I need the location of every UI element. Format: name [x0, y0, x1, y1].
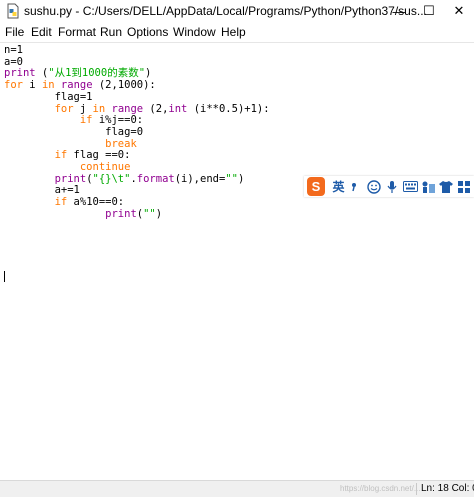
- source-code[interactable]: n=1 a=0 print ("从1到1000的素数") for i in ra…: [4, 44, 270, 221]
- menu-file[interactable]: File: [5, 25, 24, 39]
- text-cursor: [4, 271, 5, 282]
- python-file-icon: [7, 3, 19, 19]
- punctuation-icon[interactable]: [348, 178, 365, 196]
- grid-menu-icon[interactable]: [456, 178, 473, 196]
- skin-shirt-icon[interactable]: [438, 178, 455, 196]
- keyboard-icon[interactable]: [402, 178, 419, 196]
- maximize-button[interactable]: ☐: [414, 0, 444, 22]
- ime-language-toggle[interactable]: 英: [330, 178, 347, 196]
- emoji-icon[interactable]: [366, 178, 383, 196]
- minimize-button[interactable]: —: [384, 0, 414, 22]
- menu-help[interactable]: Help: [221, 25, 246, 39]
- menu-edit[interactable]: Edit: [31, 25, 52, 39]
- title-bar: sushu.py - C:/Users/DELL/AppData/Local/P…: [0, 0, 474, 22]
- menu-bar: File Edit Format Run Options Window Help: [0, 22, 474, 42]
- toolbox-icon[interactable]: [420, 178, 437, 196]
- ime-logo-icon[interactable]: S: [307, 177, 325, 196]
- menu-run[interactable]: Run: [100, 25, 122, 39]
- microphone-icon[interactable]: [384, 178, 401, 196]
- menu-format[interactable]: Format: [58, 25, 96, 39]
- ime-toolbar: S 英: [304, 176, 474, 197]
- code-editor[interactable]: n=1 a=0 print ("从1到1000的素数") for i in ra…: [0, 42, 474, 481]
- close-button[interactable]: ✕: [444, 0, 474, 22]
- status-divider: [416, 483, 417, 495]
- window-title: sushu.py - C:/Users/DELL/AppData/Local/P…: [24, 4, 427, 18]
- menu-window[interactable]: Window: [173, 25, 216, 39]
- cursor-position: Ln: 18 Col: 0: [421, 483, 474, 494]
- menu-options[interactable]: Options: [127, 25, 168, 39]
- watermark-text: https://blog.csdn.net/...: [340, 484, 421, 493]
- status-bar: https://blog.csdn.net/... Ln: 18 Col: 0: [0, 480, 474, 497]
